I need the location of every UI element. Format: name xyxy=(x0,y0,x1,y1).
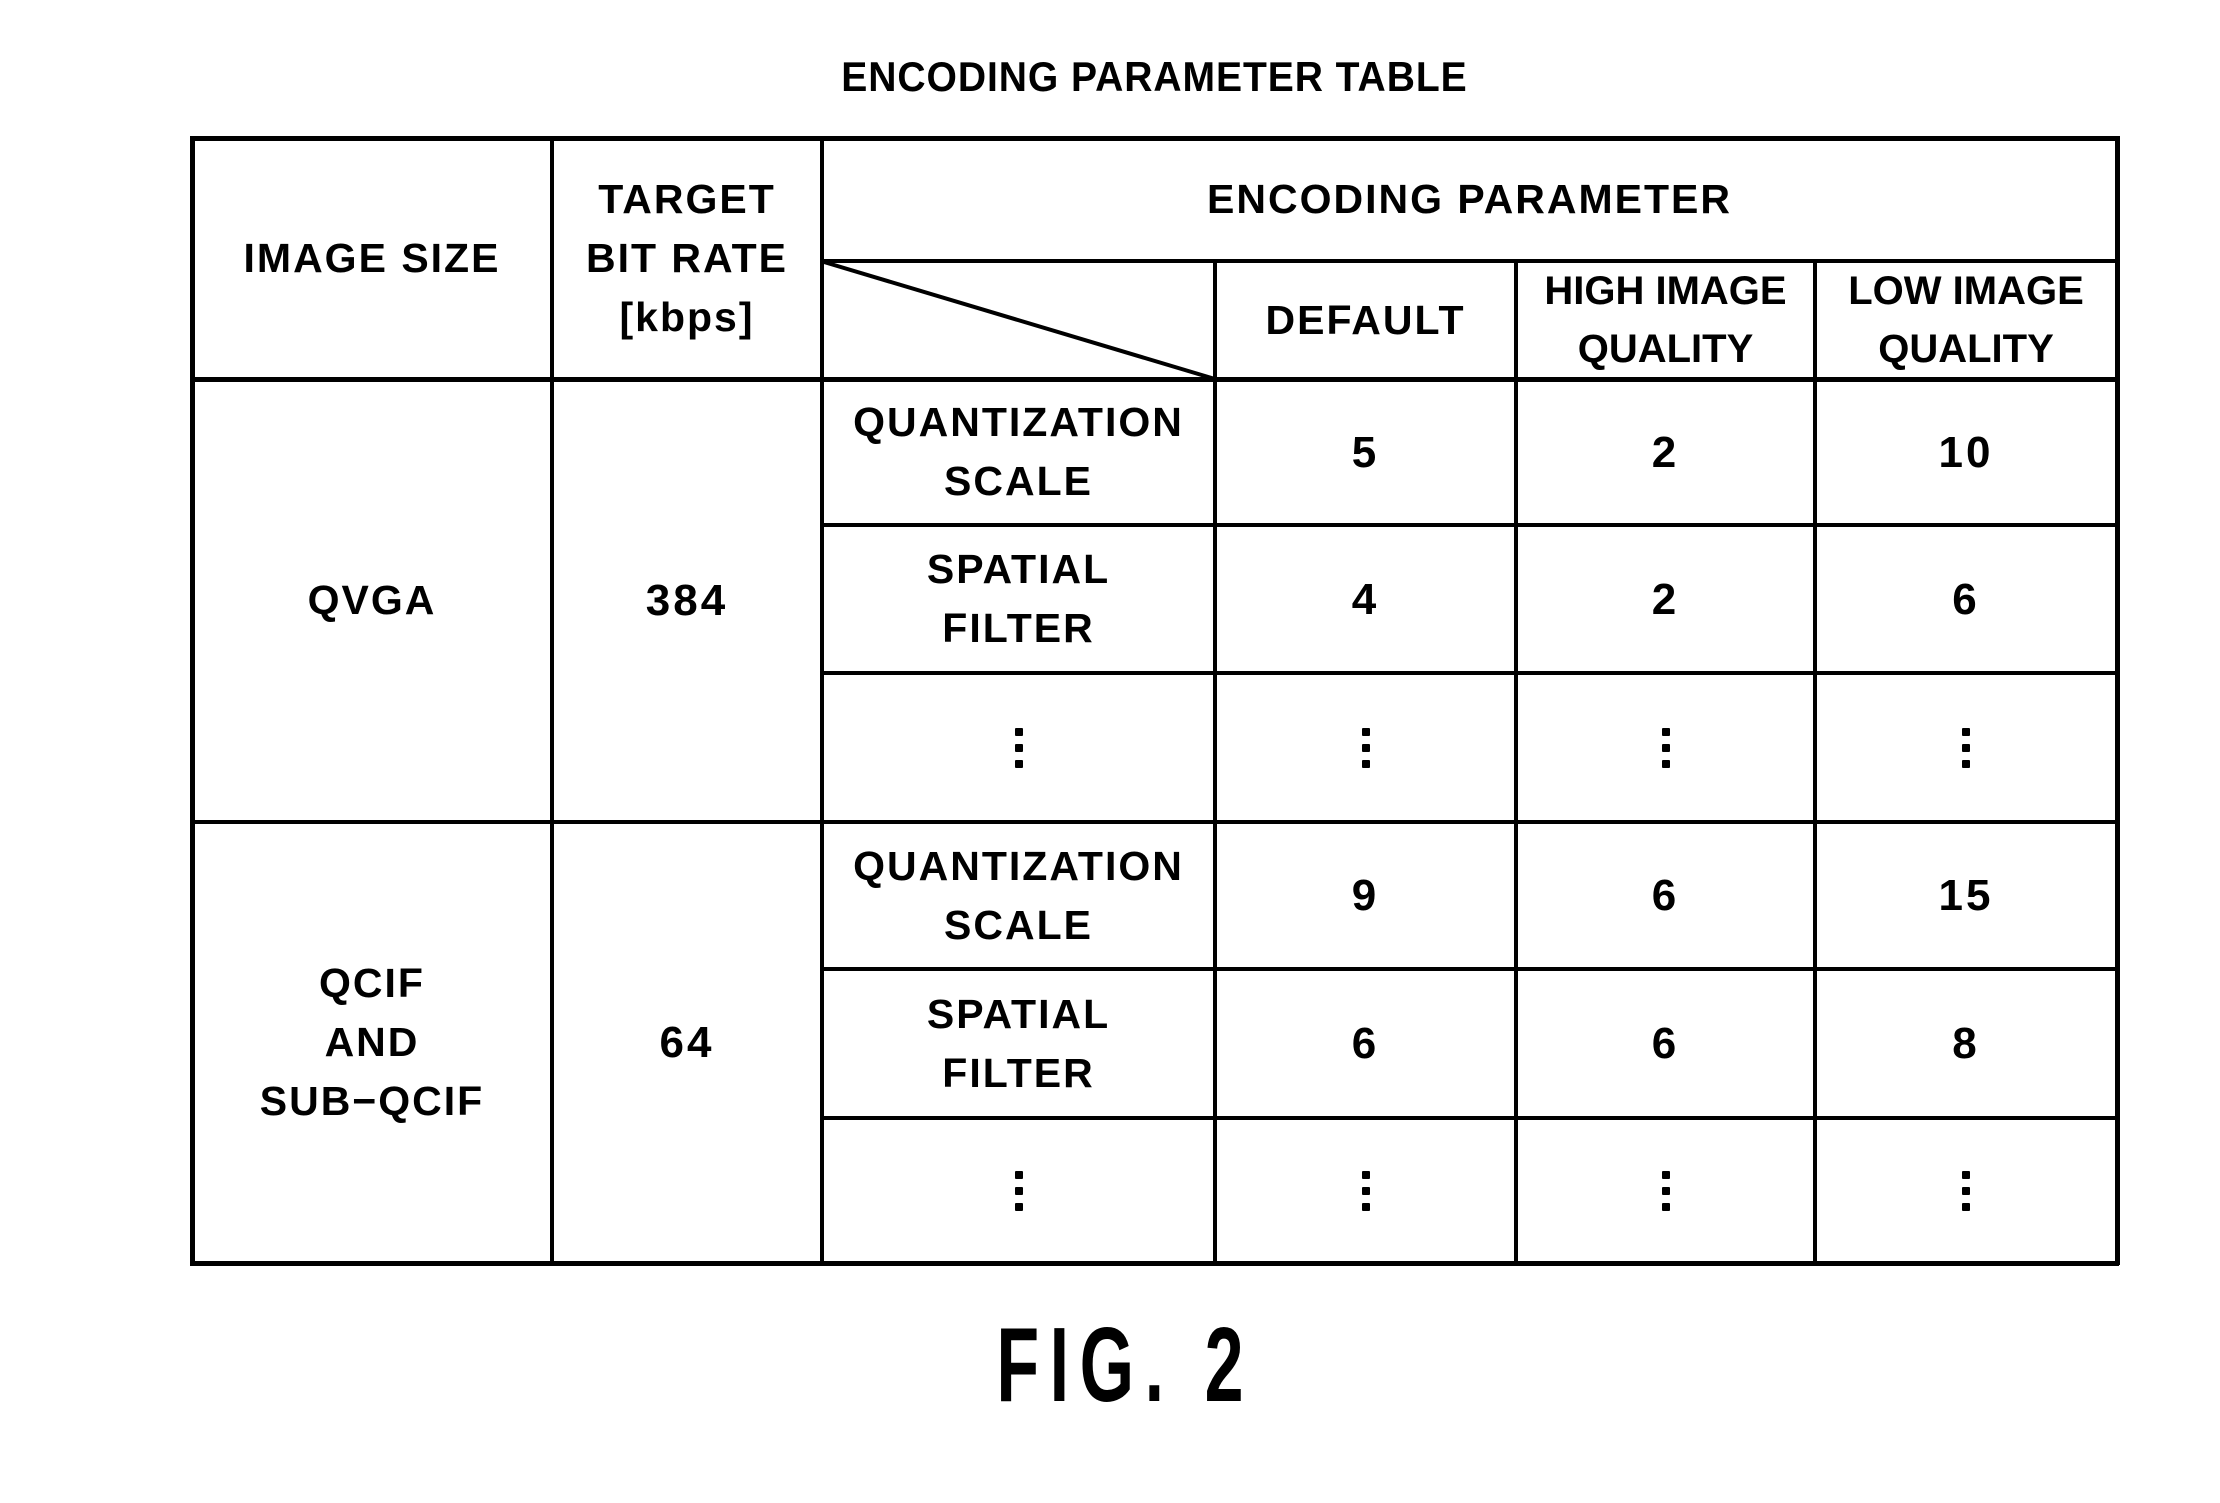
figure-label: FIG. 2 xyxy=(0,1305,2220,1425)
parameter-value-cell: 6 xyxy=(1952,574,1980,624)
image-size-cell: QVGA xyxy=(307,577,437,623)
ellipsis-icon xyxy=(1516,1118,1815,1263)
parameter-value-cell: 9 xyxy=(1351,871,1380,920)
vertical-ellipsis-icon xyxy=(1962,727,1970,768)
parameter-name-cell: QUANTIZATION SCALE xyxy=(853,842,1184,948)
figure-label-text: FIG. 2 xyxy=(996,1306,1254,1424)
bit-rate-cell: 384 xyxy=(645,576,729,625)
ellipsis-icon xyxy=(822,1118,1215,1263)
parameter-value-cell: 10 xyxy=(1938,427,1994,477)
parameter-value-cell: 2 xyxy=(1651,427,1680,477)
parameter-value-cell: 6 xyxy=(1651,1019,1680,1068)
subheader-rule xyxy=(822,259,2117,263)
ellipsis-icon xyxy=(822,673,1215,822)
ellipsis-icon xyxy=(1215,673,1516,822)
vertical-ellipsis-icon xyxy=(1014,727,1023,768)
parameter-value-cell: 8 xyxy=(1952,1019,1980,1068)
parameter-value-cell: 6 xyxy=(1351,1019,1380,1068)
parameter-name-cell: SPATIAL FILTER xyxy=(926,546,1111,651)
vertical-ellipsis-icon xyxy=(1014,1170,1023,1211)
vertical-ellipsis-icon xyxy=(1661,727,1670,768)
diagonal-line xyxy=(823,260,1216,381)
vertical-ellipsis-icon xyxy=(1361,1170,1370,1211)
encoding-parameter-table: IMAGE SIZE TARGET BIT RATE [kbps] ENCODI… xyxy=(0,0,2220,1503)
vertical-ellipsis-icon xyxy=(1661,1170,1670,1211)
vertical-ellipsis-icon xyxy=(1962,1170,1970,1211)
ellipsis-icon xyxy=(1815,1118,2117,1263)
parameter-name-cell: QUANTIZATION SCALE xyxy=(853,399,1184,504)
parameter-value-cell: 15 xyxy=(1938,871,1994,920)
parameter-value-cell: 6 xyxy=(1651,871,1680,920)
image-size-cell: QCIF AND SUB−QCIF xyxy=(259,960,485,1124)
parameter-value-cell: 2 xyxy=(1651,574,1680,624)
parameter-value-cell: 4 xyxy=(1351,574,1380,624)
ellipsis-icon xyxy=(1215,1118,1516,1263)
table-border-top xyxy=(190,136,2119,141)
vertical-ellipsis-icon xyxy=(1361,727,1370,768)
ellipsis-icon xyxy=(1516,673,1815,822)
parameter-value-cell: 5 xyxy=(1351,427,1380,477)
bit-rate-cell: 64 xyxy=(659,1018,715,1067)
parameter-name-cell: SPATIAL FILTER xyxy=(926,990,1111,1096)
ellipsis-icon xyxy=(1815,673,2117,822)
